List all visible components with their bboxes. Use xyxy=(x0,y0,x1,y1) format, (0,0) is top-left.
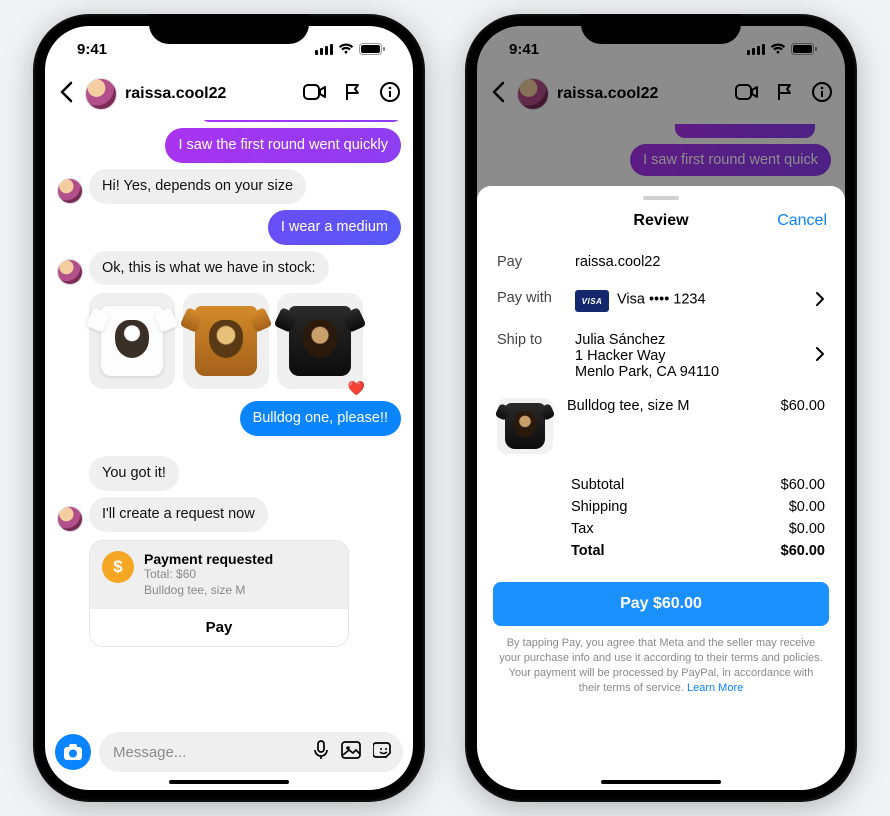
msg-recv-1[interactable]: Hi! Yes, depends on your size xyxy=(89,169,306,204)
chat-body: I saw the first round went quickly Hi! Y… xyxy=(45,120,413,647)
cellular-icon xyxy=(315,43,333,55)
totals-block: Subtotal $60.00 Shipping $0.00 Tax $0.00 To… xyxy=(477,458,845,570)
subtotal-label: Subtotal xyxy=(571,477,624,493)
notch xyxy=(581,14,741,44)
chat-header: raissa.cool22 xyxy=(45,72,413,120)
sheet-grabber[interactable] xyxy=(643,196,679,200)
battery-icon xyxy=(359,43,385,55)
message-input[interactable]: Message... xyxy=(113,744,301,761)
mic-icon[interactable] xyxy=(313,740,329,765)
avatar xyxy=(57,178,83,204)
payment-desc: Bulldog tee, size M xyxy=(144,583,273,599)
payment-request-card: $ Payment requested Total: $60 Bulldog t… xyxy=(89,540,349,647)
visa-icon: VISA xyxy=(575,290,609,312)
payee-value: raissa.cool22 xyxy=(575,254,825,270)
review-paywith-row[interactable]: Pay with VISAVisa •••• 1234 xyxy=(477,280,845,322)
avatar xyxy=(57,259,83,285)
learn-more-link[interactable]: Learn More xyxy=(687,682,743,694)
phone-review: 9:41 raissa.cool22 I saw first round wen… xyxy=(465,14,857,802)
msg-sent-1[interactable]: I saw the first round went quickly xyxy=(165,128,401,163)
status-time: 9:41 xyxy=(509,41,539,58)
composer: Message... xyxy=(55,732,403,772)
pay-confirm-button[interactable]: Pay $60.00 xyxy=(493,582,829,626)
shipping-value: $0.00 xyxy=(789,499,825,515)
home-indicator[interactable] xyxy=(601,780,721,784)
payment-total: Total: $60 xyxy=(144,567,273,583)
item-thumbnail xyxy=(497,398,553,454)
wifi-icon xyxy=(770,43,786,55)
shipto-value: Julia Sánchez 1 Hacker Way Menlo Park, C… xyxy=(575,332,811,380)
total-value: $60.00 xyxy=(781,543,825,559)
wifi-icon xyxy=(338,43,354,55)
chevron-right-icon xyxy=(815,346,825,367)
review-shipto-row[interactable]: Ship to Julia Sánchez 1 Hacker Way Menlo… xyxy=(477,322,845,390)
cellular-icon xyxy=(747,43,765,55)
tax-label: Tax xyxy=(571,521,594,537)
msg-recv-3[interactable]: You got it! xyxy=(89,456,179,491)
shipping-label: Shipping xyxy=(571,499,627,515)
phone-chat: 9:41 raissa.cool22 I saw the first round… xyxy=(33,14,425,802)
back-button[interactable] xyxy=(55,79,77,110)
paywith-label: Pay with xyxy=(497,290,571,306)
username[interactable]: raissa.cool22 xyxy=(125,85,295,103)
avatar xyxy=(57,506,83,532)
msg-recv-2[interactable]: Ok, this is what we have in stock: xyxy=(89,251,329,286)
product-tshirt-black[interactable]: ❤️ xyxy=(277,293,363,389)
review-payee-row: Pay raissa.cool22 xyxy=(477,244,845,280)
shipto-label: Ship to xyxy=(497,332,571,348)
msg-sent-3[interactable]: Bulldog one, please!! xyxy=(240,401,401,436)
chevron-right-icon xyxy=(815,291,825,312)
review-sheet: Review Cancel Pay raissa.cool22 Pay with… xyxy=(477,186,845,790)
sheet-title: Review xyxy=(633,212,688,230)
paywith-value: VISAVisa •••• 1234 xyxy=(575,290,811,312)
battery-icon xyxy=(791,43,817,55)
tax-value: $0.00 xyxy=(789,521,825,537)
flag-icon[interactable] xyxy=(343,82,363,107)
product-tshirt-white[interactable] xyxy=(89,293,175,389)
pay-label: Pay xyxy=(497,254,571,270)
item-name: Bulldog tee, size M xyxy=(567,398,767,414)
payment-title: Payment requested xyxy=(144,551,273,567)
avatar[interactable] xyxy=(85,78,117,110)
cancel-button[interactable]: Cancel xyxy=(777,212,827,230)
subtotal-value: $60.00 xyxy=(781,477,825,493)
status-time: 9:41 xyxy=(77,41,107,58)
msg-sent-2[interactable]: I wear a medium xyxy=(268,210,401,245)
review-item-row: Bulldog tee, size M $60.00 xyxy=(477,390,845,458)
camera-button[interactable] xyxy=(55,734,91,770)
notch xyxy=(149,14,309,44)
video-icon[interactable] xyxy=(303,83,327,106)
legal-text: By tapping Pay, you agree that Meta and … xyxy=(477,636,845,695)
home-indicator[interactable] xyxy=(169,780,289,784)
gallery-icon[interactable] xyxy=(341,741,361,764)
pay-button[interactable]: Pay xyxy=(90,608,348,646)
msg-recv-4[interactable]: I'll create a request now xyxy=(89,497,268,532)
total-label: Total xyxy=(571,543,605,559)
product-row: ❤️ xyxy=(89,293,401,389)
sticker-icon[interactable] xyxy=(373,740,393,765)
item-price: $60.00 xyxy=(781,398,825,414)
product-tshirt-gold[interactable] xyxy=(183,293,269,389)
heart-icon: ❤️ xyxy=(348,380,365,397)
dollar-icon: $ xyxy=(102,551,134,583)
info-icon[interactable] xyxy=(379,81,401,108)
